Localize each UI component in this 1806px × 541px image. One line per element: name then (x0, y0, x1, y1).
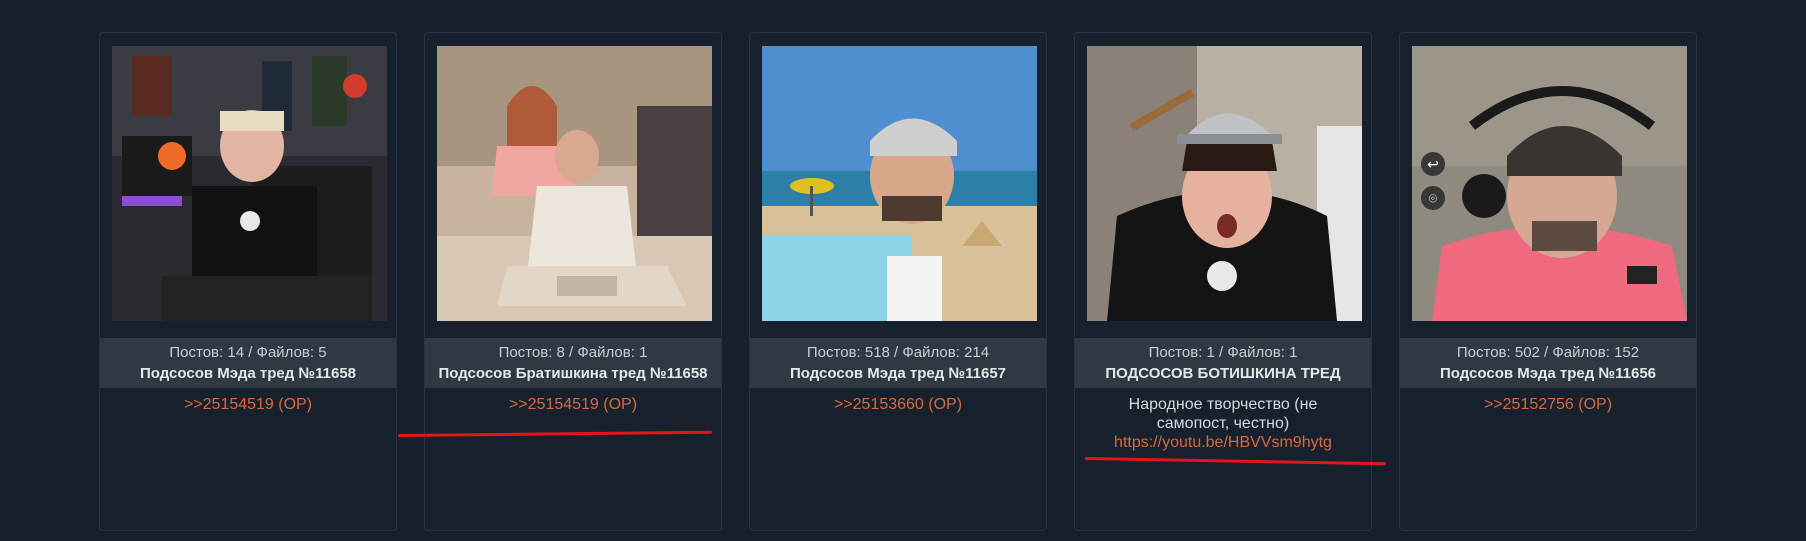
thread-body: >>25154519 (OP) (100, 395, 396, 414)
thread-title[interactable]: Подсосов Мэда тред №11657 (750, 363, 1046, 384)
post-file-counts: Постов: 8 / Файлов: 1 (498, 344, 648, 361)
post-file-counts: Постов: 502 / Файлов: 152 (1456, 344, 1640, 361)
thumbnail-image (112, 46, 387, 321)
thread-thumbnail[interactable] (112, 46, 387, 321)
thumbnail-image (1087, 46, 1362, 321)
op-post-link[interactable]: >>25153660 (OP) (834, 396, 962, 413)
thread-thumbnail[interactable]: ↩ ⌾ (1412, 46, 1687, 321)
thread-body: >>25152756 (OP) (1400, 395, 1696, 414)
location-pin-icon[interactable]: ⌾ (1421, 186, 1445, 210)
thread-catalog: Постов: 14 / Файлов: 5 Подсосов Мэда тре… (0, 0, 1806, 541)
post-file-counts: Постов: 518 / Файлов: 214 (806, 344, 990, 361)
thumbnail-image (1412, 46, 1687, 321)
thread-card: Постов: 1 / Файлов: 1 ПОДСОСОВ БОТИШКИНА… (1074, 32, 1372, 531)
thread-card: Постов: 8 / Файлов: 1 Подсосов Братишкин… (424, 32, 722, 531)
thread-thumbnail[interactable] (437, 46, 712, 321)
op-post-link[interactable]: >>25152756 (OP) (1484, 396, 1612, 413)
thumbnail-image (437, 46, 712, 321)
thread-stats: Постов: 518 / Файлов: 214 Подсосов Мэда … (750, 338, 1046, 388)
thumbnail-image (762, 46, 1037, 321)
thread-card: ↩ ⌾ Постов: 502 / Файлов: 152 Подсосов М… (1399, 32, 1697, 531)
thread-stats: Постов: 1 / Файлов: 1 ПОДСОСОВ БОТИШКИНА… (1075, 338, 1371, 388)
thread-comment: Народное творчество (не самопост, честно… (1128, 396, 1318, 432)
thread-body: >>25154519 (OP) (425, 395, 721, 414)
op-post-link[interactable]: >>25154519 (OP) (509, 396, 637, 413)
thread-card: Постов: 14 / Файлов: 5 Подсосов Мэда тре… (99, 32, 397, 531)
thread-thumbnail[interactable] (762, 46, 1037, 321)
thread-thumbnail[interactable] (1087, 46, 1362, 321)
thread-stats: Постов: 502 / Файлов: 152 Подсосов Мэда … (1400, 338, 1696, 388)
back-arrow-icon[interactable]: ↩ (1421, 152, 1445, 176)
op-post-link[interactable]: >>25154519 (OP) (184, 396, 312, 413)
thread-title[interactable]: Подсосов Мэда тред №11656 (1400, 363, 1696, 384)
thread-stats: Постов: 14 / Файлов: 5 Подсосов Мэда тре… (100, 338, 396, 388)
thread-title[interactable]: Подсосов Братишкина тред №11658 (425, 363, 721, 384)
youtube-link[interactable]: https://youtu.be/HBVVsm9hytg (1114, 434, 1332, 451)
post-file-counts: Постов: 1 / Файлов: 1 (1148, 344, 1298, 361)
post-file-counts: Постов: 14 / Файлов: 5 (169, 344, 327, 361)
thread-body: >>25153660 (OP) (750, 395, 1046, 414)
thread-card: Постов: 518 / Файлов: 214 Подсосов Мэда … (749, 32, 1047, 531)
thread-title[interactable]: ПОДСОСОВ БОТИШКИНА ТРЕД (1075, 363, 1371, 384)
thread-body: Народное творчество (не самопост, честно… (1075, 395, 1371, 452)
thread-title[interactable]: Подсосов Мэда тред №11658 (100, 363, 396, 384)
thread-stats: Постов: 8 / Файлов: 1 Подсосов Братишкин… (425, 338, 721, 388)
